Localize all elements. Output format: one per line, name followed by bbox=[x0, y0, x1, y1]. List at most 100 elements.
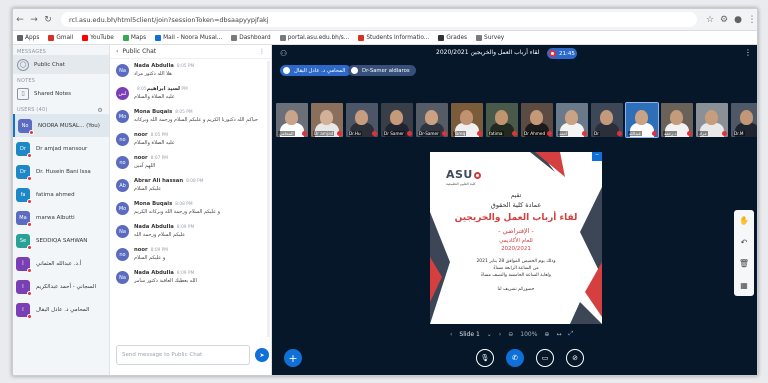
chat-scrollbar[interactable] bbox=[267, 61, 270, 337]
user-list-item[interactable]: No NOORA MUSAL... (You) bbox=[13, 114, 109, 137]
share-screen-button[interactable]: ⊘ bbox=[566, 349, 584, 367]
extension-icon[interactable]: ⚙ bbox=[717, 15, 731, 25]
webcam-thumbnail[interactable]: fatima bbox=[486, 103, 518, 137]
muted-mic-icon bbox=[29, 129, 34, 135]
webcam-thumbnail[interactable]: Dr Samer bbox=[381, 103, 413, 137]
muted-mic-icon bbox=[372, 131, 377, 136]
star-icon[interactable]: ☆ bbox=[703, 15, 717, 25]
bookmark-favicon-icon bbox=[17, 34, 23, 41]
webcam-thumbnail[interactable]: Dr.M bbox=[731, 103, 757, 137]
participant-head bbox=[565, 110, 578, 125]
users-toggle-icon[interactable]: ⚇ bbox=[280, 49, 287, 58]
webcam-thumbnail[interactable]: Dr.Hu bbox=[346, 103, 378, 137]
user-list-item[interactable]: Ma marwa Albutti bbox=[13, 206, 109, 229]
user-initials: No bbox=[21, 122, 29, 129]
mute-button[interactable]: 🎙 bbox=[476, 349, 494, 367]
user-name: fatima ahmed bbox=[36, 191, 75, 198]
chat-message-input[interactable]: Send message to Public Chat bbox=[116, 345, 250, 365]
user-list-item[interactable]: fa fatima ahmed bbox=[13, 183, 109, 206]
talking-indicator[interactable]: Dr-Samer aldiaros bbox=[348, 65, 416, 76]
webcam-thumbnail[interactable]: عبدالله bbox=[625, 102, 659, 138]
address-bar[interactable]: rcl.asu.edu.bh/html5client/join?sessionT… bbox=[61, 12, 697, 27]
bookmark-4[interactable]: Mail - Noora Musal... bbox=[155, 34, 222, 41]
message-header: Abrar Ali hassan 8:08 PM bbox=[134, 178, 268, 184]
user-list-item[interactable]: Se SEDDIQA SAHWAN bbox=[13, 229, 109, 252]
reload-icon[interactable]: ↻ bbox=[41, 15, 55, 25]
webcam-thumbnail[interactable]: مراد bbox=[696, 103, 728, 137]
recording-timer[interactable]: 21:45 bbox=[547, 48, 577, 59]
webcam-caption: أحمد bbox=[558, 131, 569, 136]
webcam-thumbnail[interactable]: Dr-Samer bbox=[416, 103, 448, 137]
meeting-options-icon[interactable]: ⋮ bbox=[744, 48, 752, 57]
user-list-item[interactable]: Dr Dr. Husein Bani Issa bbox=[13, 160, 109, 183]
bookmark-8[interactable]: Grades bbox=[438, 34, 467, 41]
webcam-thumbnail[interactable]: Tareq bbox=[451, 103, 483, 137]
next-slide-icon[interactable]: › bbox=[499, 331, 501, 338]
webcam-thumbnail[interactable]: Dr bbox=[591, 103, 623, 137]
bookmark-5[interactable]: Dashboard bbox=[231, 34, 271, 41]
slide-line-8: من الساعة الرابعة مساءً bbox=[493, 266, 539, 271]
profile-icon[interactable]: ● bbox=[731, 15, 745, 25]
user-list-item[interactable]: أ أ.د. عبدالله العثماني bbox=[13, 252, 109, 275]
multi-user-icon[interactable]: ▦ bbox=[740, 281, 748, 290]
user-list-item[interactable]: ا المحامي د. عادل البقال bbox=[13, 298, 109, 321]
zoom-in-icon[interactable]: ⊕ bbox=[544, 331, 549, 338]
shared-notes-link[interactable]: ▯ Shared Notes bbox=[13, 84, 109, 103]
webcam-thumbnail[interactable]: د.رحمة bbox=[661, 103, 693, 137]
chat-message: Ab Abrar Ali hassan 8:08 PM عليكم السلام bbox=[110, 176, 272, 199]
users-settings-icon[interactable]: ⚙ bbox=[97, 107, 103, 114]
fit-width-icon[interactable]: ↔ bbox=[556, 331, 561, 338]
public-chat-link[interactable]: ◯ Public Chat bbox=[13, 55, 109, 74]
webcam-thumbnail[interactable]: المحامي bbox=[276, 103, 308, 137]
chat-message: Na Nada Abdulla 8:05 PM هلا الله دكتور مراد bbox=[110, 61, 272, 84]
bookmark-2[interactable]: YouTube bbox=[82, 34, 114, 41]
minimize-presentation-button[interactable]: ‒ bbox=[592, 152, 602, 161]
slide-selector[interactable]: Slide 1 bbox=[459, 331, 479, 338]
webcam-thumbnail[interactable]: أحمد bbox=[556, 103, 588, 137]
chat-options-icon[interactable]: ⋮ bbox=[259, 48, 265, 55]
muted-mic-icon bbox=[512, 131, 517, 136]
back-icon[interactable]: ← bbox=[13, 15, 27, 25]
bookmark-3[interactable]: Maps bbox=[122, 34, 146, 41]
chevron-left-icon[interactable]: ‹ bbox=[116, 48, 118, 55]
undo-icon[interactable]: ↶ bbox=[741, 238, 748, 247]
clear-icon[interactable]: 🗑 bbox=[739, 259, 749, 268]
previous-slide-icon[interactable]: ‹ bbox=[450, 331, 452, 338]
muted-mic-icon bbox=[27, 313, 32, 319]
hand-tool-icon[interactable]: ✋ bbox=[739, 216, 749, 225]
bookmark-9[interactable]: Survey bbox=[476, 34, 504, 41]
whiteboard-toolbar: ✋ ↶ 🗑 ▦ bbox=[734, 210, 754, 296]
message-text: و عليكم السلام ورحمة الله وبركاته الكريم bbox=[134, 209, 221, 215]
muted-mic-icon bbox=[547, 131, 552, 136]
chat-bubble-icon: ◯ bbox=[17, 58, 29, 71]
forward-icon[interactable]: → bbox=[27, 15, 41, 25]
bookmark-0[interactable]: Apps bbox=[17, 34, 39, 41]
bookmark-1[interactable]: Gmail bbox=[48, 34, 73, 41]
fullscreen-icon[interactable]: ⤢ bbox=[568, 330, 573, 338]
bookmark-favicon-icon bbox=[476, 34, 483, 41]
bookmark-7[interactable]: Students Informatio... bbox=[358, 34, 429, 41]
zoom-out-icon[interactable]: ⊖ bbox=[508, 331, 513, 338]
leave-audio-button[interactable]: ✆ bbox=[506, 349, 524, 367]
user-avatar: fa bbox=[16, 187, 32, 204]
message-body: Nada Abdulla 8:09 PM عليكم السلام ورحمة ال… bbox=[134, 224, 268, 243]
browser-menu-icon[interactable]: ⋮ bbox=[745, 15, 757, 25]
bookmark-6[interactable]: portal.asu.edu.bh/s... bbox=[279, 34, 349, 41]
user-list-item[interactable]: Dr Dr amjad mansour bbox=[13, 137, 109, 160]
webcam-thumbnail[interactable]: Dr amjad bbox=[311, 103, 343, 137]
actions-add-button[interactable]: + bbox=[284, 349, 302, 367]
muted-mic-icon bbox=[477, 131, 482, 136]
message-body: Mona Buqais 8:05 PM حياكم الله دكتورنا الك… bbox=[134, 109, 268, 128]
share-webcam-button[interactable]: ▭ bbox=[536, 349, 554, 367]
slide-dropdown-icon[interactable]: ⌄ bbox=[487, 331, 492, 338]
bookmark-favicon-icon bbox=[155, 34, 162, 41]
user-list-item[interactable]: ا السجاني - أحمد عبدالكريم bbox=[13, 275, 109, 298]
talking-indicator[interactable]: المحامي د. عادل البقال bbox=[280, 65, 352, 76]
message-header: لسيد ابراهيم8:05 PM bbox=[134, 86, 268, 92]
message-header: noor 8:09 PM bbox=[134, 247, 268, 253]
user-name: السجاني - أحمد عبدالكريم bbox=[36, 283, 96, 290]
bookmark-favicon-icon bbox=[279, 34, 286, 41]
webcam-thumbnail[interactable]: Dr Ahmed bbox=[521, 103, 553, 137]
user-initials: ا bbox=[22, 306, 24, 313]
send-button[interactable]: ➤ bbox=[255, 348, 269, 362]
